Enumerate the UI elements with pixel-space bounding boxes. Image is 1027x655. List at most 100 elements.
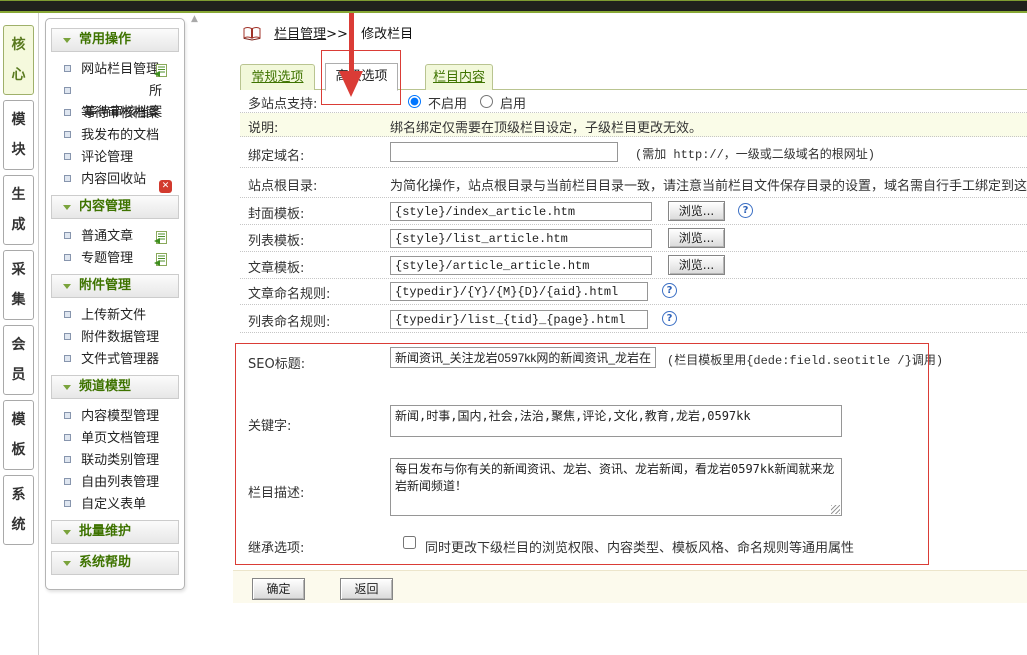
- tab-general-options[interactable]: 常规选项: [240, 64, 315, 90]
- sidebar-item-content-model[interactable]: 内容模型管理: [50, 406, 180, 428]
- description-textarea[interactable]: 每日发布与你有关的新闻资讯、龙岩、资讯、龙岩新闻，看龙岩0597kk新闻就来龙岩…: [390, 458, 842, 516]
- breadcrumb-link[interactable]: 栏目管理: [274, 27, 326, 42]
- radio-multisite-off[interactable]: [408, 95, 421, 108]
- item-label-fragment: 所: [149, 81, 162, 103]
- sidebar-item-comments[interactable]: 评论管理: [50, 147, 180, 169]
- browse-cover-button[interactable]: 浏览...: [668, 201, 725, 221]
- resize-grip-icon[interactable]: [831, 505, 840, 514]
- form-row-bind-domain: 绑定域名: (需加 http://，一级或二级域名的根网址): [240, 137, 1027, 168]
- article-rule-input[interactable]: [390, 282, 648, 301]
- item-label: 文件式管理器: [81, 352, 159, 367]
- bullet-icon: [64, 65, 71, 72]
- bind-domain-input[interactable]: [390, 142, 618, 162]
- tab-advanced-options[interactable]: 高级选项: [325, 63, 398, 91]
- bullet-icon: [64, 456, 71, 463]
- rail-tab-core[interactable]: 核心: [3, 25, 34, 95]
- article-template-input[interactable]: [390, 256, 652, 275]
- sidebar-item-recycle-bin[interactable]: 内容回收站 ✕: [50, 169, 180, 191]
- chevron-down-icon: [63, 284, 71, 289]
- form-row-note: 说明: 绑名绑定仅需要在顶级栏目设定，子级栏目更改无效。: [240, 113, 1027, 137]
- item-label-ghost: 等待审核档案: [84, 102, 162, 124]
- item-label: 上传新文件: [81, 308, 146, 323]
- sidebar-item-all-docs[interactable]: 所: [50, 81, 180, 103]
- sidebar-item-linked-category[interactable]: 联动类别管理: [50, 450, 180, 472]
- form-row-multisite: 多站点支持: 不启用 启用: [240, 90, 1027, 113]
- sidebar-item-upload-file[interactable]: 上传新文件: [50, 305, 180, 327]
- sidebar-item-custom-form[interactable]: 自定义表单: [50, 494, 180, 516]
- sidebar-item-site-columns[interactable]: 网站栏目管理: [50, 59, 180, 81]
- item-label: 单页文档管理: [81, 431, 159, 446]
- bullet-icon: [64, 153, 71, 160]
- tab-column-content[interactable]: 栏目内容: [425, 64, 493, 90]
- top-bar: [0, 0, 1027, 13]
- rail-tab-members[interactable]: 会员: [3, 325, 34, 395]
- sidebar-item-my-docs[interactable]: 我发布的文档: [50, 125, 180, 147]
- list-template-input[interactable]: [390, 229, 652, 248]
- sidebar-group-channel-model[interactable]: 频道模型: [51, 375, 179, 399]
- button-bar: 确定 返回: [233, 570, 1027, 603]
- field-label: 关键字:: [248, 415, 291, 434]
- keywords-textarea[interactable]: 新闻,时事,国内,社会,法治,聚焦,评论,文化,教育,龙岩,0597kk: [390, 405, 842, 437]
- form-row-site-root: 站点根目录: 为简化操作，站点根目录与当前栏目目录一致，请注意当前栏目文件保存目…: [240, 168, 1027, 198]
- ok-button[interactable]: 确定: [252, 578, 305, 600]
- field-label: 文章命名规则:: [248, 283, 330, 302]
- rail-tab-system[interactable]: 系统: [3, 475, 34, 545]
- tab-bar: 常规选项 高级选项 栏目内容: [240, 62, 1027, 90]
- sidebar-group-batch-maintain[interactable]: 批量维护: [51, 520, 179, 544]
- field-label: 封面模板:: [248, 203, 304, 222]
- field-label: SEO标题:: [248, 353, 305, 372]
- radio-label: 启用: [500, 93, 526, 112]
- help-icon[interactable]: ?: [738, 203, 753, 218]
- doc-add-icon[interactable]: [154, 252, 167, 274]
- back-button[interactable]: 返回: [340, 578, 393, 600]
- seo-title-input[interactable]: [390, 347, 656, 368]
- item-label: 内容回收站: [81, 172, 146, 187]
- sidebar-group-system-help[interactable]: 系统帮助: [51, 551, 179, 575]
- field-label: 多站点支持:: [248, 93, 317, 112]
- sidebar-item-free-list[interactable]: 自由列表管理: [50, 472, 180, 494]
- rail-divider: [38, 13, 39, 655]
- group-title: 常用操作: [79, 32, 131, 47]
- sidebar-item-normal-article[interactable]: 普通文章: [50, 226, 180, 248]
- rail-tab-generate[interactable]: 生成: [3, 175, 34, 245]
- bullet-icon: [64, 311, 71, 318]
- group-title: 系统帮助: [79, 555, 131, 570]
- sidebar-group-attachments[interactable]: 附件管理: [51, 274, 179, 298]
- browse-list-button[interactable]: 浏览...: [668, 228, 725, 248]
- browse-article-button[interactable]: 浏览...: [668, 255, 725, 275]
- cover-template-input[interactable]: [390, 202, 652, 221]
- inherit-checkbox[interactable]: [403, 536, 416, 549]
- sidebar-item-single-page[interactable]: 单页文档管理: [50, 428, 180, 450]
- rail-tab-modules[interactable]: 模块: [3, 100, 34, 170]
- item-label: 我发布的文档: [81, 128, 159, 143]
- bullet-icon: [64, 355, 71, 362]
- sidebar-item-attachment-data[interactable]: 附件数据管理: [50, 327, 180, 349]
- item-label: 自由列表管理: [81, 475, 159, 490]
- radio-multisite-on[interactable]: [480, 95, 493, 108]
- sidebar-item-pending-docs[interactable]: 等待审核档案 等待审核档案: [50, 103, 180, 125]
- bullet-icon: [64, 254, 71, 261]
- list-rule-input[interactable]: [390, 310, 648, 329]
- bullet-icon: [64, 87, 71, 94]
- chevron-down-icon: [63, 530, 71, 535]
- rail-tab-collect[interactable]: 采集: [3, 250, 34, 320]
- inherit-label: 同时更改下级栏目的浏览权限、内容类型、模板风格、命名规则等通用属性: [425, 537, 854, 556]
- chevron-down-icon: [63, 38, 71, 43]
- sidebar-group-common[interactable]: 常用操作: [51, 28, 179, 52]
- bullet-icon: [64, 333, 71, 340]
- help-icon[interactable]: ?: [662, 311, 677, 326]
- radio-label: 不启用: [428, 93, 467, 112]
- sidebar-group-content[interactable]: 内容管理: [51, 195, 179, 219]
- field-label: 列表模板:: [248, 230, 304, 249]
- field-label: 说明:: [248, 117, 278, 136]
- field-hint: (需加 http://，一级或二级域名的根网址): [635, 145, 1027, 162]
- sidebar-item-file-manager[interactable]: 文件式管理器: [50, 349, 180, 371]
- sidebar-item-topic-manage[interactable]: 专题管理: [50, 248, 180, 270]
- bullet-icon: [64, 478, 71, 485]
- item-label: 评论管理: [81, 150, 133, 165]
- bullet-icon: [64, 412, 71, 419]
- scroll-up-arrow[interactable]: ▲: [187, 12, 202, 27]
- rail-tab-templates[interactable]: 模板: [3, 400, 34, 470]
- help-icon[interactable]: ?: [662, 283, 677, 298]
- item-label: 内容模型管理: [81, 409, 159, 424]
